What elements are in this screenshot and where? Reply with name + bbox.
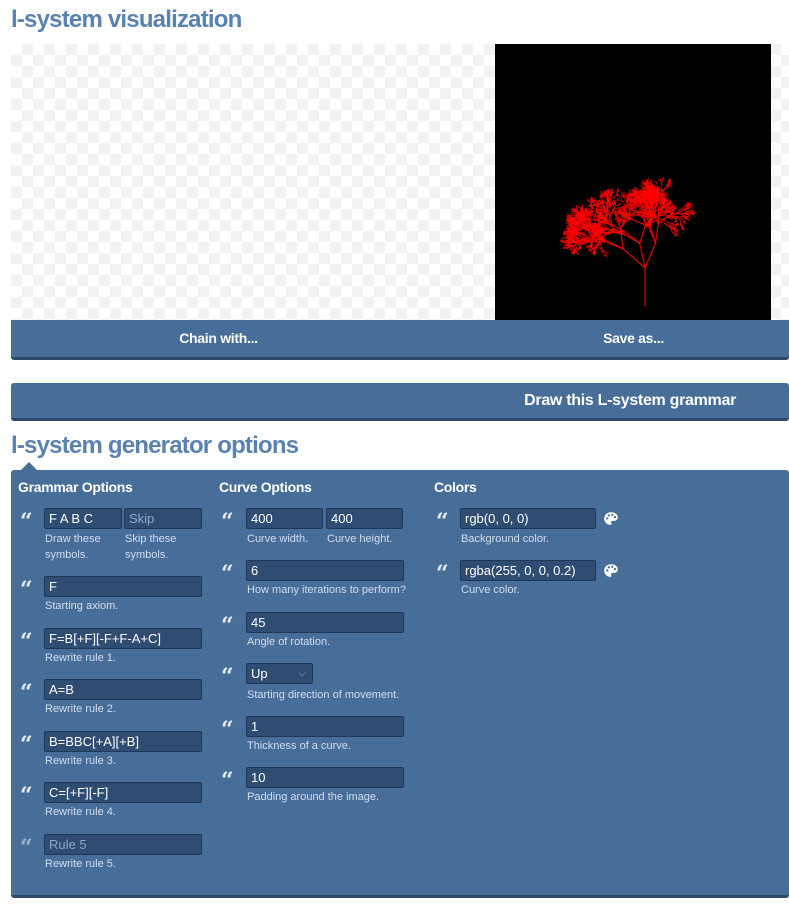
padding-input[interactable]: 10 [246, 767, 404, 788]
direction-value: Up [251, 666, 268, 681]
rule-2-caption: Rewrite rule 2. [45, 703, 116, 715]
quote-icon: “ [20, 835, 33, 861]
quote-icon: “ [221, 509, 234, 535]
quote-icon: “ [20, 509, 33, 535]
background-color-input[interactable]: rgb(0, 0, 0) [460, 508, 596, 529]
draw-symbols-input[interactable]: F A B C [44, 508, 122, 529]
rule-3-caption: Rewrite rule 3. [45, 755, 116, 767]
curve-height-caption: Curve height. [327, 533, 393, 545]
curve-width-caption: Curve width. [247, 533, 309, 545]
chevron-down-icon: ⌵ [298, 668, 306, 679]
curve-width-input[interactable]: 400 [246, 508, 323, 529]
palette-icon[interactable] [603, 511, 619, 527]
quote-icon: “ [221, 768, 234, 794]
curve-options-heading: Curve Options [219, 479, 312, 495]
rule-1-caption: Rewrite rule 1. [45, 652, 116, 664]
output-actions-bar: Chain with... Save as... [11, 320, 789, 360]
quote-icon: “ [20, 629, 33, 655]
quote-icon: “ [436, 561, 449, 587]
rule-2-input[interactable]: A=B [44, 679, 202, 700]
quote-icon: “ [221, 664, 234, 690]
visualization-area [11, 44, 789, 320]
quote-icon: “ [436, 509, 449, 535]
options-panel: Grammar Options “ F A B C Skip Draw thes… [11, 470, 789, 898]
colors-heading: Colors [434, 479, 477, 495]
background-color-caption: Background color. [461, 533, 550, 545]
angle-input[interactable]: 45 [246, 612, 404, 633]
rule-4-input[interactable]: C=[+F][-F] [44, 782, 202, 803]
quote-icon: “ [20, 732, 33, 758]
rule-1-input[interactable]: F=B[+F][-F+F-A+C] [44, 628, 202, 649]
quote-icon: “ [221, 561, 234, 587]
draw-grammar-label: Draw this L-system grammar [524, 392, 736, 409]
rule-5-input[interactable]: Rule 5 [44, 834, 202, 855]
iterations-caption: How many iterations to perform? [247, 584, 406, 596]
quote-icon: “ [20, 783, 33, 809]
curve-color-input[interactable]: rgba(255, 0, 0, 0.2) [460, 560, 596, 581]
rule-5-caption: Rewrite rule 5. [45, 858, 116, 870]
angle-caption: Angle of rotation. [247, 636, 331, 648]
thickness-caption: Thickness of a curve. [247, 740, 351, 752]
grammar-options-heading: Grammar Options [18, 479, 133, 495]
chain-with-button[interactable]: Chain with... [11, 320, 426, 357]
draw-grammar-button[interactable]: Draw this L-system grammar [11, 383, 789, 421]
skip-symbols-input[interactable]: Skip [124, 508, 202, 529]
axiom-input[interactable]: F [44, 576, 202, 597]
direction-select[interactable]: Up ⌵ [246, 663, 313, 684]
thickness-input[interactable]: 1 [246, 716, 404, 737]
curve-color-caption: Curve color. [461, 584, 520, 596]
quote-icon: “ [20, 577, 33, 603]
draw-symbols-caption: Draw these symbols. [45, 533, 101, 561]
quote-icon: “ [20, 680, 33, 706]
lsystem-canvas [495, 44, 771, 320]
curve-height-input[interactable]: 400 [326, 508, 403, 529]
palette-icon[interactable] [603, 563, 619, 579]
quote-icon: “ [221, 717, 234, 743]
quote-icon: “ [221, 613, 234, 639]
rule-3-input[interactable]: B=BBC[+A][+B] [44, 731, 202, 752]
direction-caption: Starting direction of movement. [247, 689, 400, 701]
options-title: l-system generator options [11, 432, 299, 459]
iterations-input[interactable]: 6 [246, 560, 404, 581]
lsystem-curve [559, 177, 696, 307]
axiom-caption: Starting axiom. [45, 600, 119, 612]
save-as-button[interactable]: Save as... [426, 320, 789, 357]
rule-4-caption: Rewrite rule 4. [45, 806, 116, 818]
padding-caption: Padding around the image. [247, 791, 380, 803]
page-title: l-system visualization [11, 6, 242, 33]
skip-symbols-caption: Skip these symbols. [125, 533, 177, 561]
